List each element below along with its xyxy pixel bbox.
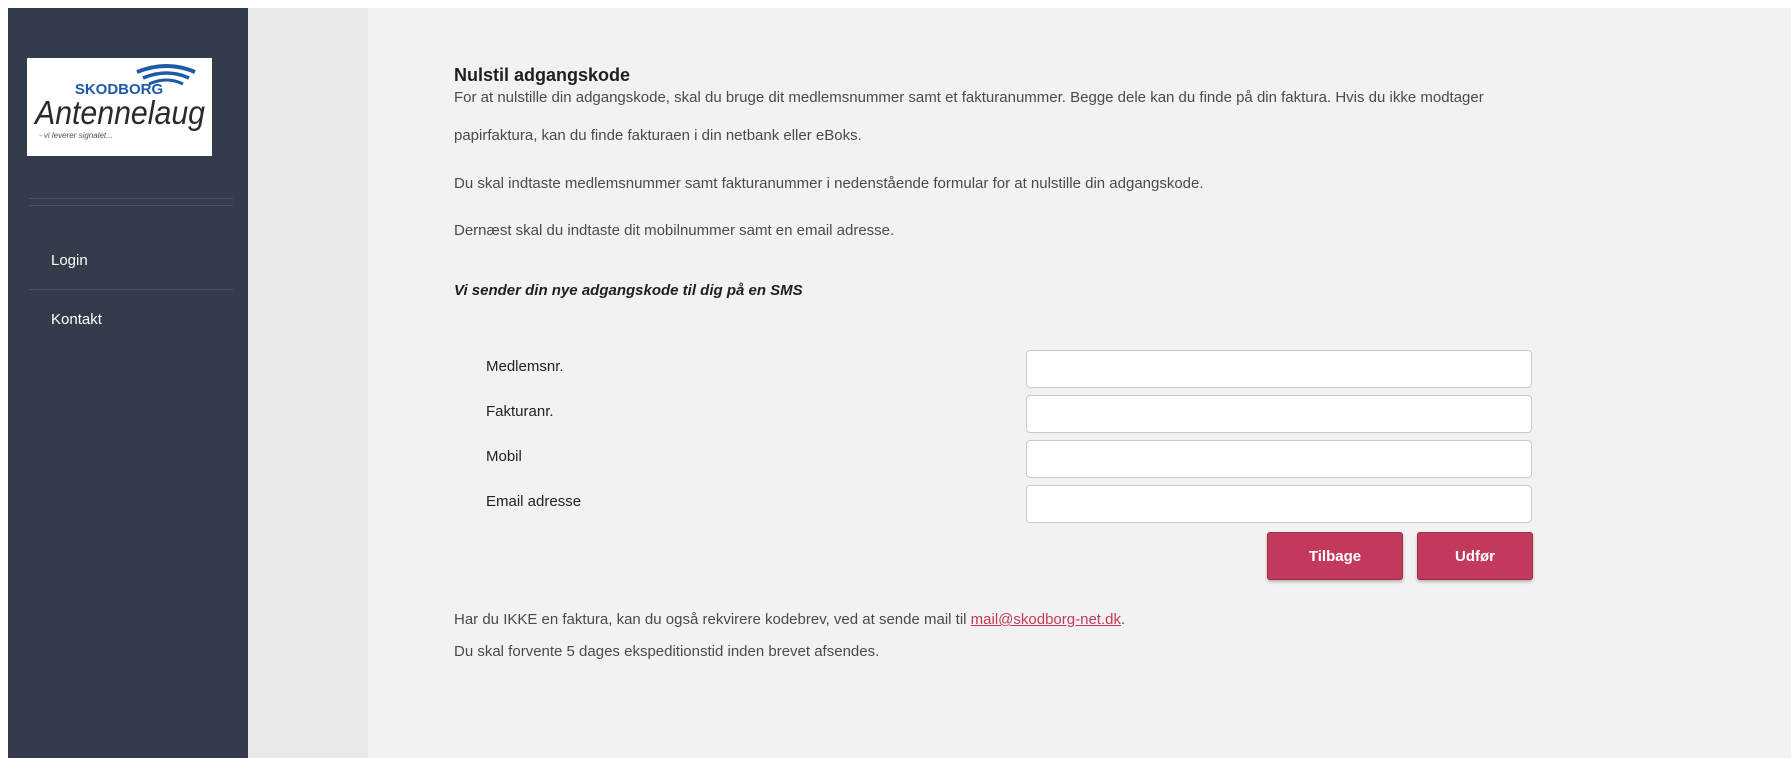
side-gutter xyxy=(248,8,368,758)
page-title: Nulstil adgangskode xyxy=(454,65,631,85)
label-fakturanr: Fakturanr. xyxy=(486,403,554,420)
submit-button[interactable]: Udfør xyxy=(1417,532,1533,580)
sidebar-divider xyxy=(29,205,233,206)
intro-text-line2: papirfaktura, kan du finde fakturaen i d… xyxy=(454,127,862,144)
nav-item-kontakt[interactable]: Kontakt xyxy=(51,311,102,328)
label-medlemsnr: Medlemsnr. xyxy=(486,358,564,375)
footer-text-line1: Har du IKKE en faktura, kan du også rekv… xyxy=(454,611,1125,628)
logo-tagline: - vi leverer signalet... xyxy=(39,131,113,140)
invoice-number-input[interactable] xyxy=(1026,395,1532,433)
label-email: Email adresse xyxy=(486,493,582,510)
sidebar-divider xyxy=(29,198,233,199)
nav-item-login[interactable]: Login xyxy=(51,252,88,269)
logo-main-text: Antennelaug xyxy=(33,94,205,131)
logo[interactable]: SKODBORG Antennelaug - vi leverer signal… xyxy=(27,58,212,156)
sms-note: Vi sender din nye adgangskode til dig på… xyxy=(454,282,803,299)
back-button[interactable]: Tilbage xyxy=(1267,532,1403,580)
page: SKODBORG Antennelaug - vi leverer signal… xyxy=(0,8,1791,758)
label-mobil: Mobil xyxy=(486,448,522,465)
footer-text-line2: Du skal forvente 5 dages ekspeditionstid… xyxy=(454,643,880,660)
footer-period: . xyxy=(1120,611,1126,628)
member-number-input[interactable] xyxy=(1026,350,1532,388)
footer-text: Har du IKKE en faktura, kan du også rekv… xyxy=(454,611,967,628)
nav-divider xyxy=(29,289,233,290)
email-input[interactable] xyxy=(1026,485,1532,523)
mobile-instruction-text: Dernæst skal du indtaste dit mobilnummer… xyxy=(454,222,895,239)
logo-graphic: SKODBORG Antennelaug - vi leverer signal… xyxy=(33,64,206,140)
email-link[interactable]: mail@skodborg-net.dk xyxy=(971,611,1121,628)
intro-text-line1: For at nulstille din adgangskode, skal d… xyxy=(454,89,1484,106)
sidebar: SKODBORG Antennelaug - vi leverer signal… xyxy=(8,8,248,758)
mobile-input[interactable] xyxy=(1026,440,1532,478)
instruction-text: Du skal indtaste medlemsnummer samt fakt… xyxy=(454,175,1204,192)
